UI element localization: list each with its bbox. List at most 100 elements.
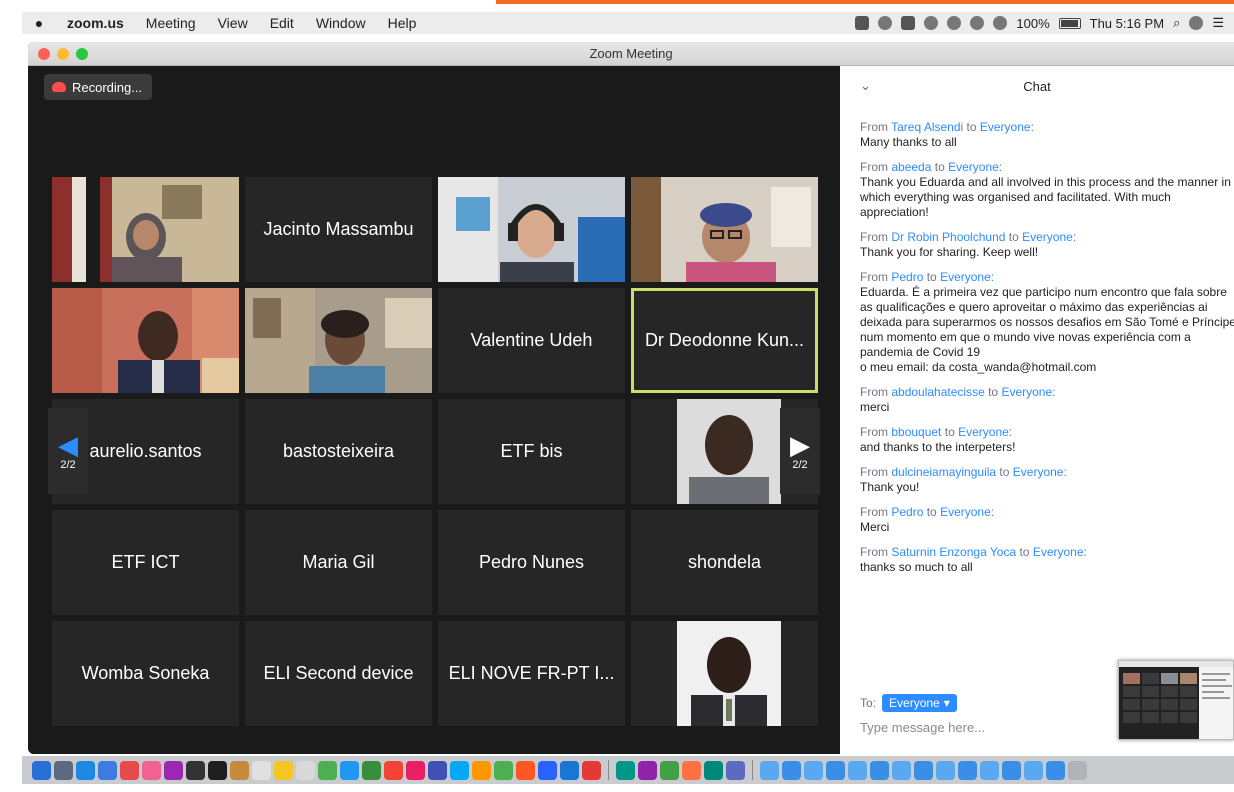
- participant-tile[interactable]: [631, 621, 818, 726]
- message-recipient[interactable]: Everyone:: [940, 505, 994, 519]
- message-recipient[interactable]: Everyone:: [1022, 230, 1076, 244]
- dock-app-icon[interactable]: [682, 760, 701, 780]
- participant-tile[interactable]: ELI NOVE FR-PT I...: [438, 621, 625, 726]
- participant-tile[interactable]: Maria Gil: [245, 510, 432, 615]
- message-recipient[interactable]: Everyone:: [940, 270, 994, 284]
- message-recipient[interactable]: Everyone:: [1001, 385, 1055, 399]
- participant-tile[interactable]: Jacinto Massambu: [245, 177, 432, 282]
- trash-icon[interactable]: [1068, 760, 1087, 780]
- participant-tile[interactable]: bastosteixeira: [245, 399, 432, 504]
- message-sender[interactable]: Dr Robin Phoolchund: [891, 230, 1005, 244]
- message-recipient[interactable]: Everyone:: [1033, 545, 1087, 559]
- participant-tile[interactable]: Dr Deodonne Kun...: [631, 288, 818, 393]
- participant-tile[interactable]: [631, 177, 818, 282]
- message-sender[interactable]: abdoulahatecisse: [891, 385, 984, 399]
- menu-help[interactable]: Help: [377, 15, 428, 31]
- dock-app-icon[interactable]: [142, 760, 161, 780]
- dock-folder-icon[interactable]: [1002, 760, 1021, 780]
- participant-tile[interactable]: [438, 177, 625, 282]
- apple-icon[interactable]: ●: [22, 15, 56, 31]
- dock-folder-icon[interactable]: [804, 760, 823, 780]
- battery-icon[interactable]: [1058, 17, 1081, 29]
- dock-app-icon[interactable]: [362, 760, 381, 780]
- dock-app-icon[interactable]: [54, 760, 73, 780]
- message-sender[interactable]: bbouquet: [891, 425, 941, 439]
- message-sender[interactable]: Tareq Alsendi: [891, 120, 963, 134]
- dock-app-icon[interactable]: [274, 760, 293, 780]
- tray-app-icon[interactable]: [855, 16, 870, 30]
- participant-tile[interactable]: shondela: [631, 510, 818, 615]
- participant-tile[interactable]: [52, 177, 239, 282]
- volume-icon[interactable]: [993, 16, 1008, 30]
- dock-app-icon[interactable]: [450, 760, 469, 780]
- dock-folder-icon[interactable]: [848, 760, 867, 780]
- dock-folder-icon[interactable]: [892, 760, 911, 780]
- participant-tile[interactable]: Womba Soneka: [52, 621, 239, 726]
- wifi-icon[interactable]: [970, 16, 985, 30]
- dock-app-icon[interactable]: [32, 760, 51, 780]
- message-sender[interactable]: abeeda: [891, 160, 931, 174]
- dock-app-icon[interactable]: [164, 760, 183, 780]
- menu-meeting[interactable]: Meeting: [135, 15, 207, 31]
- notification-center-icon[interactable]: ☰: [1212, 15, 1224, 31]
- screenshot-thumbnail[interactable]: [1118, 660, 1234, 740]
- dock-app-icon[interactable]: [560, 760, 579, 780]
- message-sender[interactable]: Pedro: [891, 270, 923, 284]
- dock-app-icon[interactable]: [516, 760, 535, 780]
- dock-folder-icon[interactable]: [870, 760, 889, 780]
- dock-app-icon[interactable]: [616, 760, 635, 780]
- participant-tile[interactable]: Valentine Udeh: [438, 288, 625, 393]
- message-recipient[interactable]: Everyone:: [948, 160, 1002, 174]
- participant-tile[interactable]: [52, 288, 239, 393]
- dock-app-icon[interactable]: [296, 760, 315, 780]
- dock-folder-icon[interactable]: [936, 760, 955, 780]
- menu-view[interactable]: View: [207, 15, 259, 31]
- message-sender[interactable]: dulcineiamayinguila: [891, 465, 996, 479]
- tray-app-icon[interactable]: [924, 16, 939, 30]
- dock-app-icon[interactable]: [120, 760, 139, 780]
- spotlight-icon[interactable]: ⌕: [1173, 15, 1180, 31]
- dock-app-icon[interactable]: [252, 760, 271, 780]
- menu-app-zoom[interactable]: zoom.us: [56, 15, 135, 31]
- dock-app-icon[interactable]: [384, 760, 403, 780]
- chat-message-list[interactable]: From Tareq Alsendi to Everyone: Many than…: [860, 120, 1234, 585]
- message-sender[interactable]: Saturnin Enzonga Yoca: [891, 545, 1016, 559]
- dock-app-icon[interactable]: [582, 760, 601, 780]
- dock-app-icon[interactable]: [406, 760, 425, 780]
- menu-window[interactable]: Window: [305, 15, 377, 31]
- dock-folder-icon[interactable]: [914, 760, 933, 780]
- participant-tile[interactable]: ELI Second device: [245, 621, 432, 726]
- next-page-button[interactable]: ▶ 2/2: [780, 408, 820, 494]
- message-recipient[interactable]: Everyone:: [958, 425, 1012, 439]
- dock-app-icon[interactable]: [230, 760, 249, 780]
- dock-app-icon[interactable]: [472, 760, 491, 780]
- dock-app-icon[interactable]: [660, 760, 679, 780]
- dock-app-icon[interactable]: [428, 760, 447, 780]
- dock-app-icon[interactable]: [704, 760, 723, 780]
- dock-app-icon[interactable]: [98, 760, 117, 780]
- bluetooth-icon[interactable]: [947, 16, 962, 30]
- dock-folder-icon[interactable]: [980, 760, 999, 780]
- dock-app-icon[interactable]: [726, 760, 745, 780]
- dock-app-icon[interactable]: [318, 760, 337, 780]
- message-recipient[interactable]: Everyone:: [1013, 465, 1067, 479]
- dock-app-icon[interactable]: [638, 760, 657, 780]
- recipient-dropdown[interactable]: Everyone ▾: [882, 694, 957, 712]
- dock-app-icon[interactable]: [340, 760, 359, 780]
- recording-indicator[interactable]: Recording...: [44, 74, 153, 100]
- participant-tile[interactable]: ETF ICT: [52, 510, 239, 615]
- dock-folder-icon[interactable]: [1024, 760, 1043, 780]
- participant-tile[interactable]: [245, 288, 432, 393]
- message-sender[interactable]: Pedro: [891, 505, 923, 519]
- tray-app-icon[interactable]: [878, 16, 893, 30]
- dock-folder-icon[interactable]: [1046, 760, 1065, 780]
- dock-app-icon[interactable]: [538, 760, 557, 780]
- dock-app-icon[interactable]: [186, 760, 205, 780]
- previous-page-button[interactable]: ◀ 2/2: [48, 408, 88, 494]
- dock-app-icon[interactable]: [208, 760, 227, 780]
- message-recipient[interactable]: Everyone:: [980, 120, 1034, 134]
- dock-folder-icon[interactable]: [958, 760, 977, 780]
- dock-folder-icon[interactable]: [760, 760, 779, 780]
- dock-app-icon[interactable]: [494, 760, 513, 780]
- participant-tile[interactable]: ETF bis: [438, 399, 625, 504]
